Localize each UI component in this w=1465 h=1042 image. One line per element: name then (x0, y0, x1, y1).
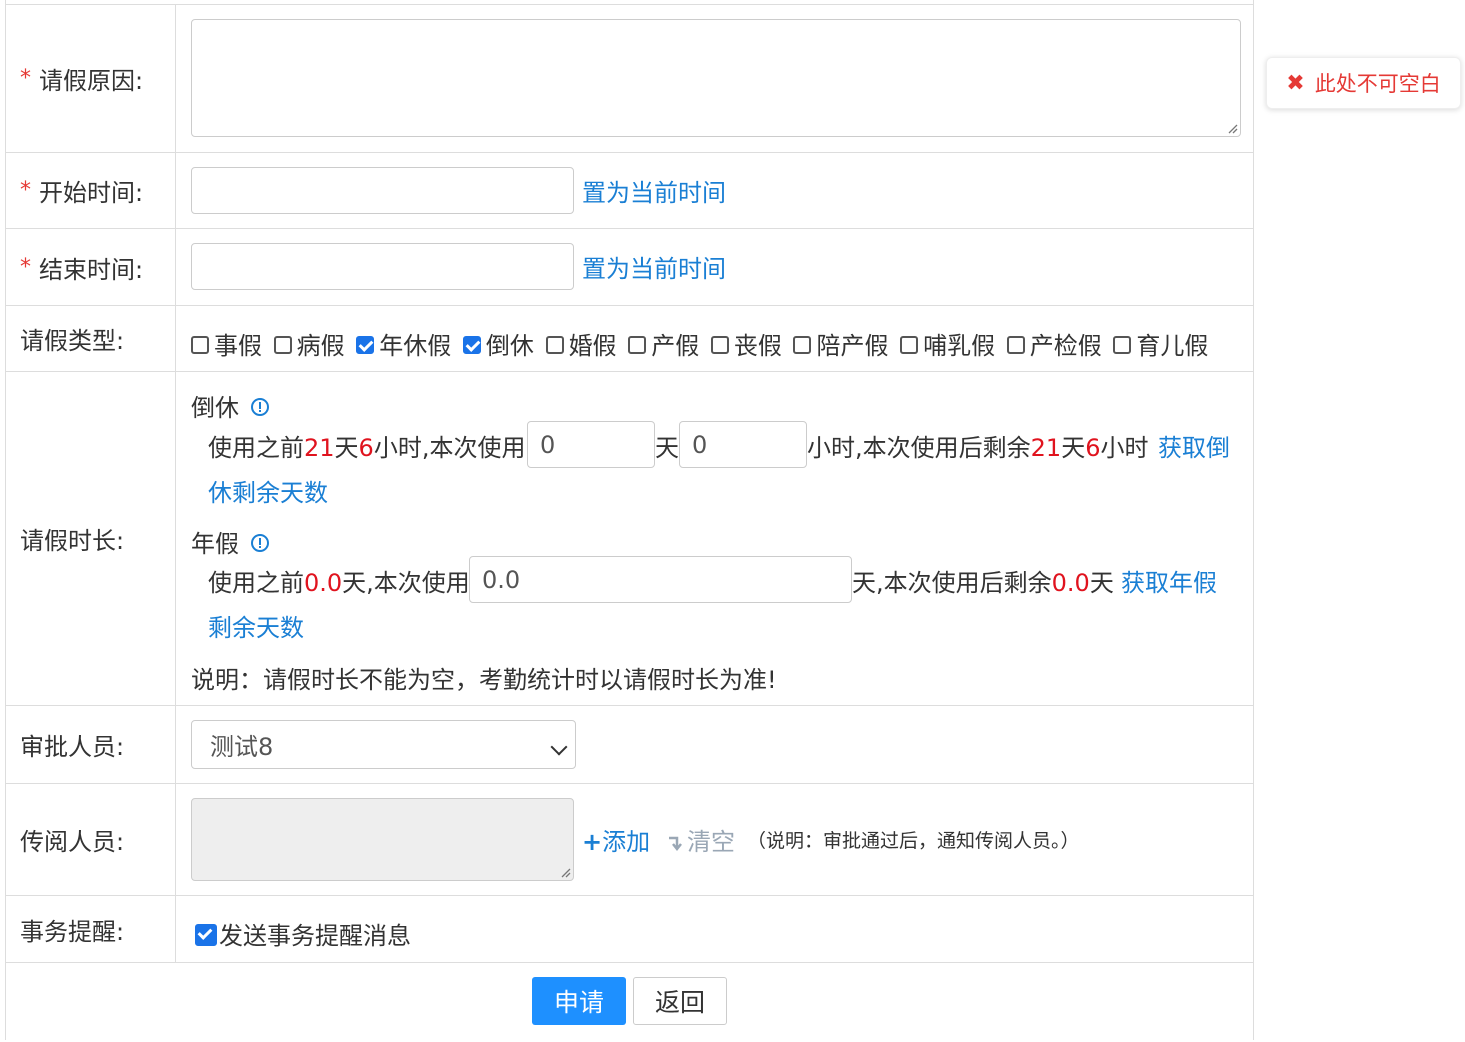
end-set-now-link[interactable]: 置为当前时间 (582, 249, 726, 284)
leave-type-option[interactable]: 育儿假 (1113, 332, 1208, 360)
checkbox[interactable] (628, 336, 647, 354)
checkbox[interactable] (462, 336, 481, 354)
comp-days-input[interactable]: 0 (527, 421, 655, 468)
duration-label: 请假时长: (6, 372, 176, 705)
get-comp-remaining-link-cont[interactable]: 休剩余天数 (208, 473, 328, 508)
start-time-input[interactable] (191, 167, 574, 214)
cc-textarea (191, 798, 574, 881)
leave-type-option[interactable]: 事假 (191, 332, 262, 360)
resize-grip-icon[interactable] (559, 866, 571, 878)
cc-clear-link[interactable]: 清空 (667, 822, 735, 857)
cc-label: 传阅人员: (6, 784, 176, 895)
checkbox[interactable] (1113, 336, 1132, 354)
checkbox[interactable] (793, 336, 812, 354)
actions-row: 申请 返回 (6, 962, 1253, 1042)
leave-type-option[interactable]: 产检假 (1006, 332, 1102, 360)
checkbox[interactable] (191, 336, 209, 354)
reason-row: * 请假原因: (6, 4, 1253, 152)
reminder-option[interactable]: 发送事务提醒消息 (195, 916, 411, 951)
start-set-now-link[interactable]: 置为当前时间 (582, 173, 726, 208)
validation-tooltip: ✖ 此处不可空白 (1266, 57, 1461, 109)
annual-leave-title: 年假 (191, 524, 269, 559)
comp-hours-input[interactable]: 0 (679, 421, 807, 468)
checkbox[interactable] (356, 336, 375, 354)
duration-row: 请假时长: 倒休 使用之前21天6小时,本次使用 0 天 0 小时,本次使用后剩… (6, 371, 1253, 705)
approver-row: 审批人员: 测试8 (6, 705, 1253, 783)
leave-type-option[interactable]: 倒休 (462, 332, 534, 360)
leave-type-options: 事假 病假 年休假 倒休 婚假 产假 丧假 陪产假 哺乳假 产检假 育儿假 (191, 326, 1212, 361)
cc-add-link[interactable]: +添加 (582, 822, 650, 857)
info-icon[interactable] (251, 534, 269, 552)
get-annual-remaining-link-cont[interactable]: 剩余天数 (208, 608, 304, 643)
end-time-row: * 结束时间: 置为当前时间 (6, 228, 1253, 305)
info-icon[interactable] (251, 398, 269, 416)
leave-type-option[interactable]: 丧假 (710, 332, 782, 360)
approver-select[interactable]: 测试8 (191, 720, 576, 769)
approver-label: 审批人员: (6, 706, 176, 783)
checkbox[interactable] (1006, 336, 1025, 354)
close-icon: ✖ (1286, 70, 1305, 96)
comp-after-text: 小时,本次使用后剩余21天6小时 (807, 434, 1149, 462)
comp-before-text: 使用之前21天6小时,本次使用 (208, 434, 526, 462)
end-time-label: 结束时间: (39, 255, 144, 284)
required-mark: * (20, 66, 31, 91)
annual-days-input[interactable]: 0.0 (469, 556, 852, 603)
clear-arrow-icon (669, 836, 682, 852)
reminder-row: 事务提醒: 发送事务提醒消息 (6, 895, 1253, 962)
chevron-down-icon (550, 738, 568, 756)
end-time-input[interactable] (191, 243, 574, 290)
checkbox[interactable] (710, 336, 729, 354)
start-time-label: 开始时间: (39, 179, 144, 207)
get-annual-remaining-link[interactable]: 获取年假 (1121, 563, 1217, 598)
resize-grip-icon[interactable] (1226, 122, 1238, 134)
leave-type-label: 请假类型: (6, 306, 176, 371)
cc-note: （说明：审批通过后，通知传阅人员。） (747, 830, 1080, 852)
leave-type-option[interactable]: 哺乳假 (900, 332, 995, 360)
leave-type-option[interactable]: 病假 (273, 332, 345, 360)
duration-note: 说明：请假时长不能为空，考勤统计时以请假时长为准! (191, 666, 777, 694)
get-comp-remaining-link[interactable]: 获取倒 (1158, 428, 1230, 463)
checkbox[interactable] (273, 336, 292, 354)
checkbox[interactable] (900, 336, 919, 354)
leave-type-option[interactable]: 陪产假 (793, 332, 888, 360)
reminder-checkbox[interactable] (195, 924, 217, 946)
start-time-row: * 开始时间: 置为当前时间 (6, 152, 1253, 228)
comp-day-unit: 天 (655, 434, 679, 462)
checkbox[interactable] (545, 336, 564, 354)
leave-type-option[interactable]: 婚假 (545, 332, 617, 360)
cc-row: 传阅人员: +添加 清空 （说明：审批通过后，通知传阅人员。） (6, 783, 1253, 895)
plus-icon: + (582, 828, 603, 856)
leave-type-row: 请假类型: 事假 病假 年休假 倒休 婚假 产假 丧假 陪产假 哺乳假 产检假 … (6, 305, 1253, 371)
leave-type-option[interactable]: 年休假 (356, 332, 451, 360)
reason-label: * 请假原因: (6, 5, 176, 152)
reminder-label: 事务提醒: (6, 896, 176, 962)
reason-textarea[interactable] (191, 19, 1241, 137)
leave-form: * 请假原因: * 开始时间: 置为当前时间 * 结束时间: 置为当前时间 请假… (5, 0, 1254, 1040)
annual-before-text: 使用之前0.0天,本次使用 (208, 569, 470, 597)
annual-after-text: 天,本次使用后剩余0.0天 (852, 569, 1114, 597)
leave-type-option[interactable]: 产假 (628, 332, 699, 360)
comp-leave-title: 倒休 (191, 388, 269, 423)
back-button[interactable]: 返回 (633, 977, 727, 1025)
submit-button[interactable]: 申请 (532, 977, 626, 1025)
